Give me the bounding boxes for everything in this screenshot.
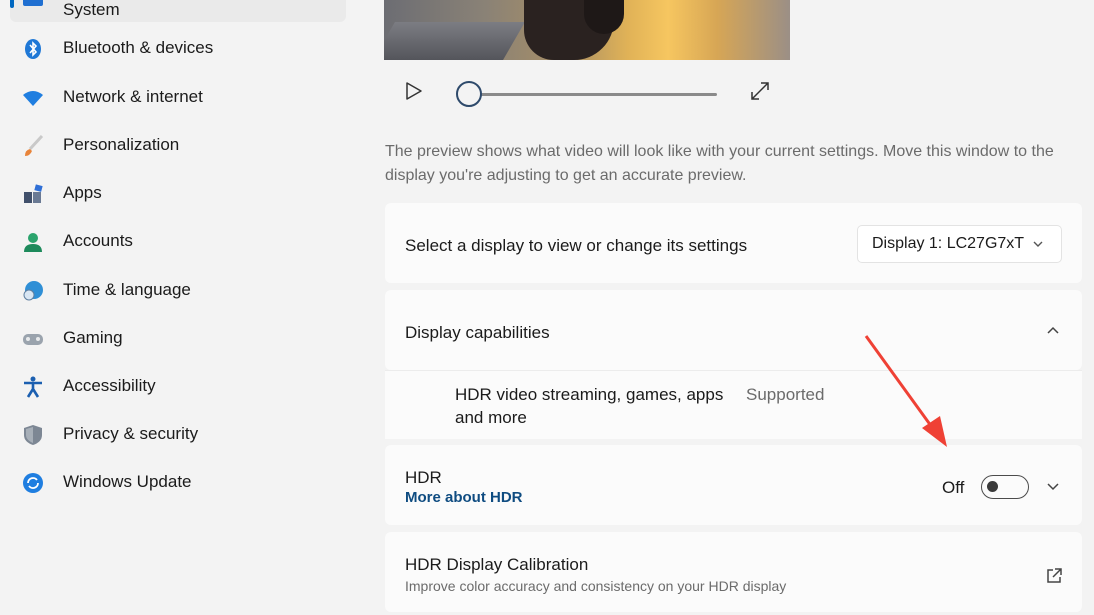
- hdr-title: HDR: [405, 468, 442, 487]
- selection-indicator: [10, 0, 14, 8]
- hdr-calibration-description: Improve color accuracy and consistency o…: [405, 578, 787, 594]
- hdr-calibration-title: HDR Display Calibration: [405, 555, 589, 574]
- gamepad-icon: [23, 334, 43, 345]
- bluetooth-icon: [25, 39, 41, 59]
- display-select-label: Select a display to view or change its s…: [405, 236, 748, 255]
- expand-icon[interactable]: [749, 80, 771, 102]
- sidebar-item-windows-update[interactable]: Windows Update: [10, 460, 346, 504]
- sidebar-item-privacy[interactable]: Privacy & security: [10, 412, 346, 456]
- sidebar-item-label: Windows Update: [63, 472, 192, 491]
- capability-row: HDR video streaming, games, apps and mor…: [385, 370, 1082, 439]
- play-icon[interactable]: [404, 81, 424, 101]
- apps-icon: [24, 184, 43, 203]
- seek-slider-track[interactable]: [471, 93, 717, 96]
- display-select-card: Select a display to view or change its s…: [385, 203, 1082, 283]
- sidebar-item-system[interactable]: System: [10, 0, 346, 22]
- main-content: The preview shows what video will look l…: [384, 0, 1084, 615]
- video-preview: [384, 0, 790, 60]
- chevron-up-icon[interactable]: [1046, 325, 1060, 335]
- seek-slider-thumb[interactable]: [456, 81, 482, 107]
- chevron-down-icon[interactable]: [1046, 481, 1060, 491]
- more-about-hdr-link[interactable]: More about HDR: [405, 489, 523, 506]
- hdr-calibration-card[interactable]: HDR Display Calibration Improve color ac…: [385, 532, 1082, 612]
- display-capabilities-header[interactable]: Display capabilities: [385, 290, 1082, 370]
- shield-icon: [24, 425, 42, 445]
- sidebar-item-network[interactable]: Network & internet: [10, 75, 346, 119]
- display-capabilities-title: Display capabilities: [405, 323, 550, 342]
- update-icon: [23, 473, 43, 493]
- hdr-toggle-state: Off: [942, 478, 965, 497]
- sidebar-item-label: Accounts: [63, 231, 133, 250]
- sidebar-item-label: System: [63, 0, 120, 19]
- sidebar-item-personalization[interactable]: Personalization: [10, 123, 346, 167]
- capability-status: Supported: [746, 385, 825, 404]
- sidebar-item-apps[interactable]: Apps: [10, 171, 346, 215]
- monitor-icon: [23, 0, 43, 6]
- brush-icon: [25, 135, 44, 156]
- external-link-icon[interactable]: [1045, 567, 1063, 585]
- sidebar-item-accessibility[interactable]: Accessibility: [10, 364, 346, 408]
- sidebar: System Bluetooth & devices Network & int…: [0, 0, 360, 615]
- wifi-icon: [23, 91, 43, 106]
- sidebar-item-label: Personalization: [63, 135, 180, 154]
- annotation-arrow: [864, 335, 947, 447]
- chevron-down-icon: [1033, 241, 1043, 247]
- video-controls: [384, 75, 790, 109]
- sidebar-item-gaming[interactable]: Gaming: [10, 316, 346, 360]
- sidebar-item-time-language[interactable]: Time & language: [10, 268, 346, 312]
- capability-feature: HDR video streaming, games, apps and mor…: [455, 385, 724, 427]
- hdr-toggle[interactable]: [981, 475, 1029, 499]
- hdr-card: HDR More about HDR Off: [385, 445, 1082, 525]
- sidebar-item-accounts[interactable]: Accounts: [10, 219, 346, 263]
- sidebar-item-label: Accessibility: [63, 376, 156, 395]
- display-dropdown-value: Display 1: LC27G7xT: [872, 235, 1025, 252]
- sidebar-item-label: Network & internet: [63, 87, 203, 106]
- sidebar-item-label: Gaming: [63, 328, 123, 347]
- display-dropdown[interactable]: Display 1: LC27G7xT: [857, 225, 1062, 263]
- sidebar-item-label: Time & language: [63, 280, 191, 299]
- person-icon: [24, 233, 42, 252]
- sidebar-item-bluetooth[interactable]: Bluetooth & devices: [10, 26, 346, 70]
- sidebar-item-label: Apps: [63, 183, 102, 202]
- globe-clock-icon: [23, 281, 43, 301]
- sidebar-item-label: Privacy & security: [63, 424, 199, 443]
- accessibility-icon: [24, 376, 42, 398]
- sidebar-item-label: Bluetooth & devices: [63, 38, 214, 57]
- preview-note: The preview shows what video will look l…: [385, 143, 1054, 184]
